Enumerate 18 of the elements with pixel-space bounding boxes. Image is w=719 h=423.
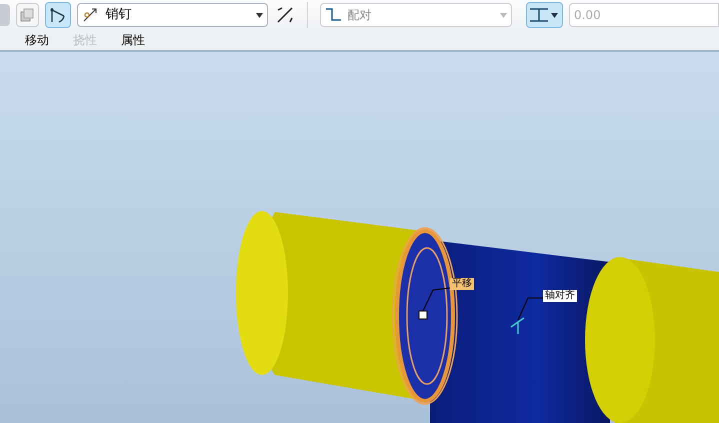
offset-field[interactable]: 0.00	[568, 3, 719, 27]
mate-icon	[325, 7, 344, 23]
copy-icon	[20, 8, 34, 22]
angle-button[interactable]	[45, 2, 71, 28]
tab[interactable]: 属性	[121, 31, 145, 49]
constraint-label: 轴对齐	[543, 290, 577, 302]
alignment-button[interactable]	[526, 2, 563, 28]
caret-icon	[500, 12, 507, 18]
pin-icon	[82, 7, 98, 23]
caret-icon	[256, 12, 264, 18]
flip-icon	[276, 6, 294, 24]
tab[interactable]: 移动	[25, 31, 49, 49]
angle-icon	[48, 6, 67, 24]
copy-button[interactable]	[16, 3, 40, 27]
constraint-type-dropdown[interactable]: 销钉	[76, 3, 268, 27]
constraint-label: 平移	[450, 278, 474, 290]
reference-type-value: 配对	[347, 7, 372, 24]
caret-icon	[550, 12, 558, 18]
